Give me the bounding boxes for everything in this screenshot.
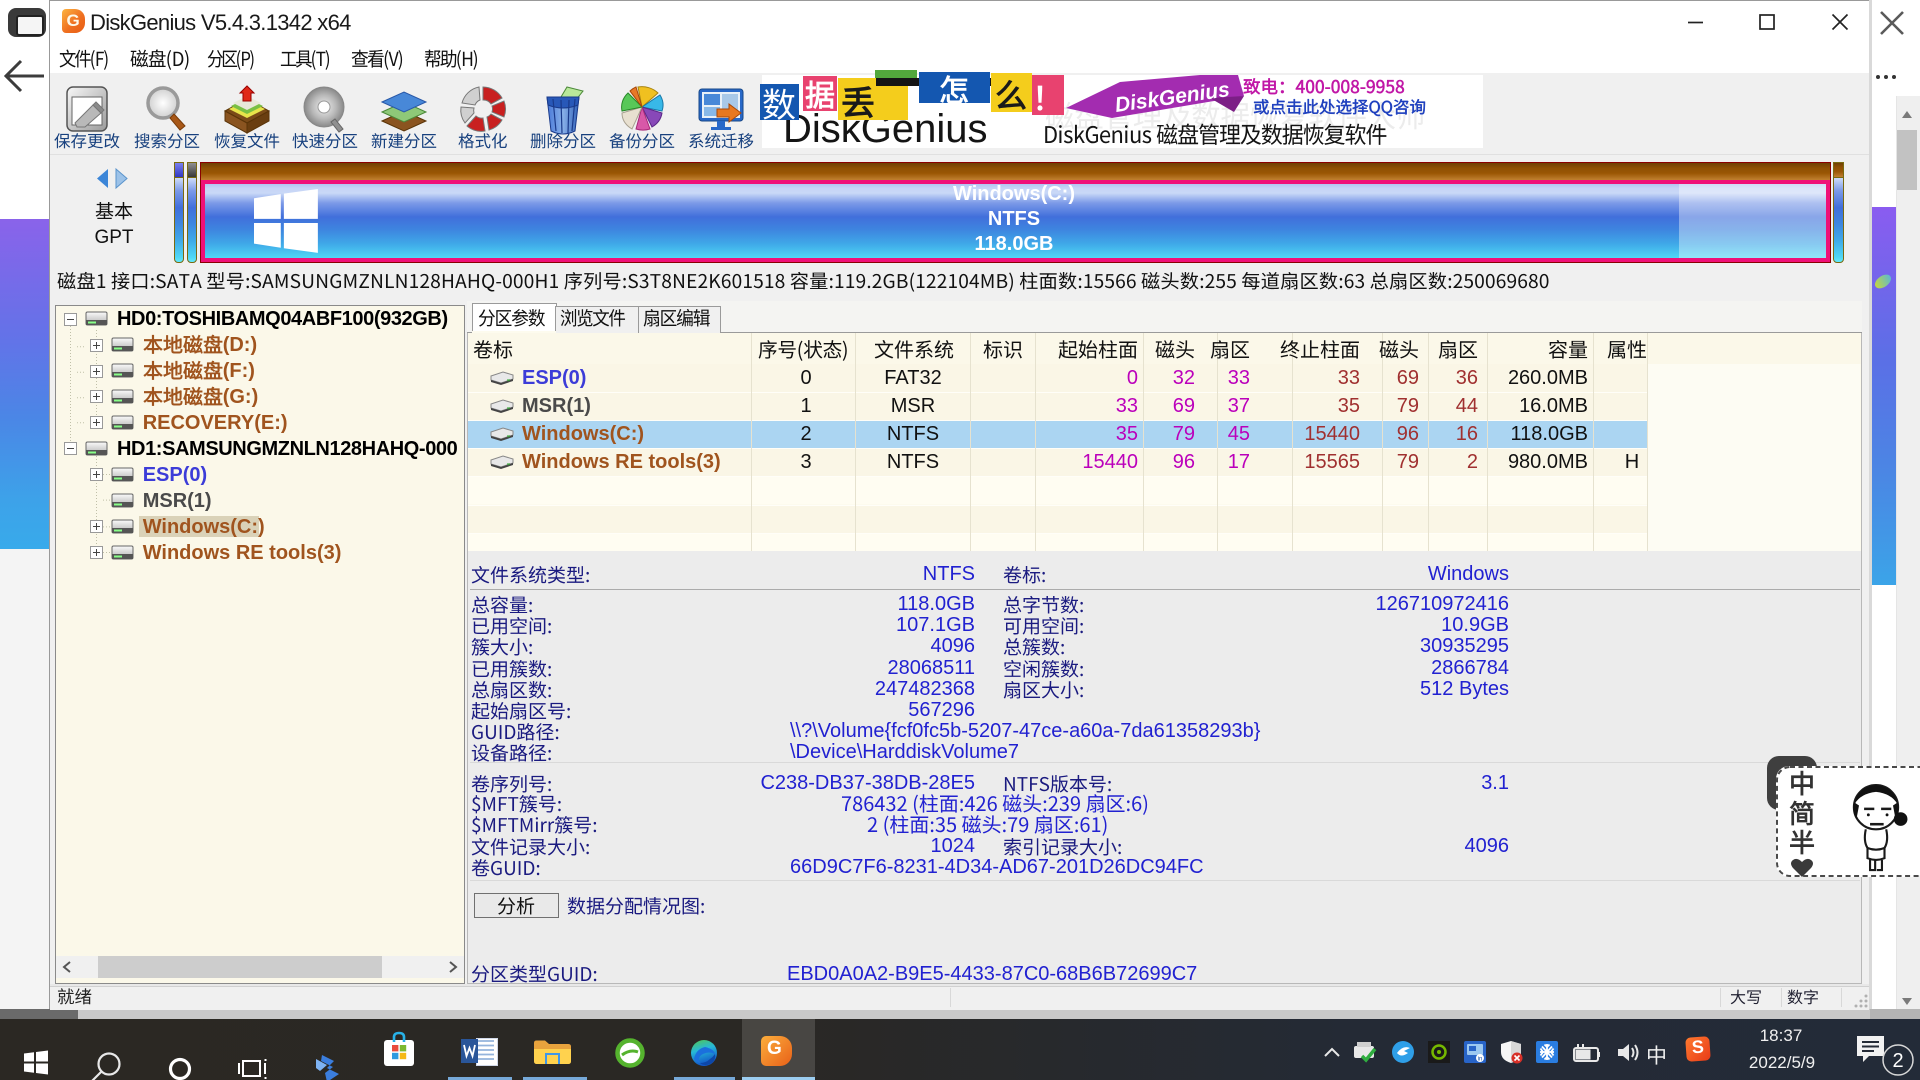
svg-text:2: 2 xyxy=(1892,1050,1903,1072)
svg-text:in: in xyxy=(1478,1057,1483,1063)
